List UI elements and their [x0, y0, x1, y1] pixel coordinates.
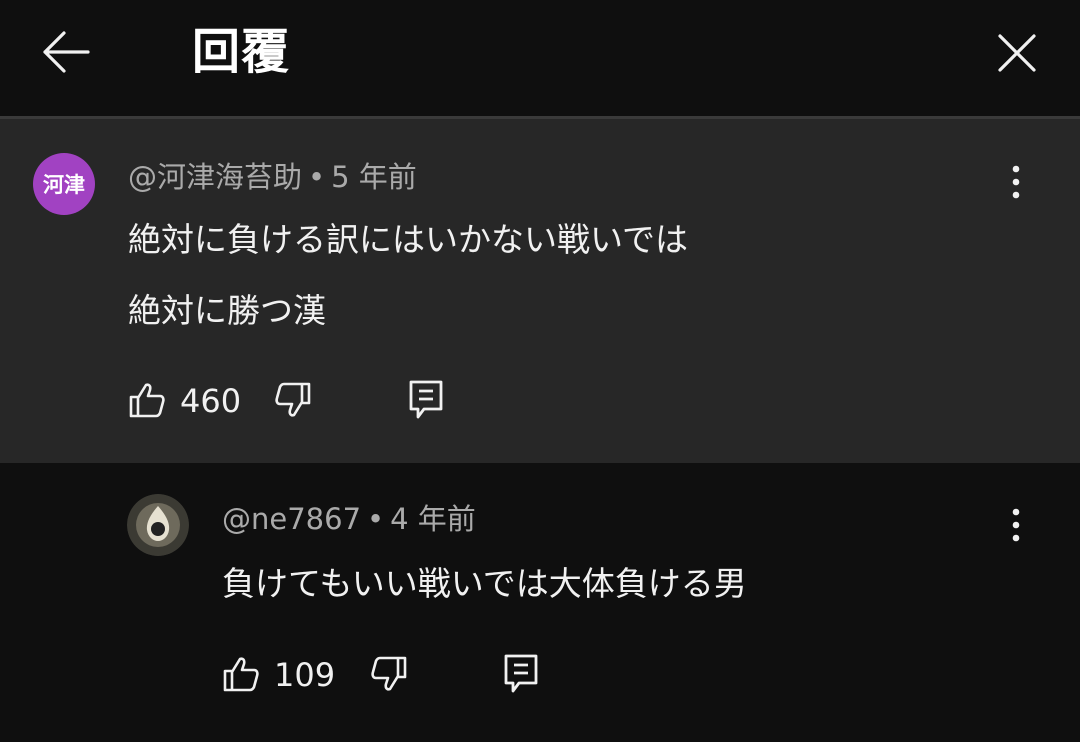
top-bar: 回覆 — [0, 0, 1080, 116]
avatar-text: 河津 — [43, 173, 85, 197]
back-button[interactable] — [36, 26, 94, 78]
thumb-up-icon — [129, 383, 165, 418]
comment-author[interactable]: @河津海苔助 — [128, 160, 302, 194]
like-count: 460 — [180, 382, 242, 420]
comment-icon — [504, 654, 538, 693]
more-vertical-icon — [1012, 508, 1020, 542]
like-button[interactable] — [128, 381, 166, 419]
reply-button[interactable] — [408, 379, 444, 421]
page-title: 回覆 — [192, 24, 291, 80]
comment-time: 5 年前 — [331, 160, 417, 194]
meta-separator: • — [367, 502, 385, 536]
reply-meta: @ne7867 • 4 年前 — [222, 501, 476, 537]
more-vertical-icon — [1012, 165, 1020, 199]
reply-dislike-button[interactable] — [370, 655, 408, 693]
dislike-button[interactable] — [274, 381, 312, 419]
close-icon — [998, 34, 1036, 72]
arrow-left-icon — [43, 31, 90, 73]
reply-author[interactable]: @ne7867 — [222, 502, 361, 536]
reply-more-options-button[interactable] — [1001, 503, 1031, 547]
thumb-up-icon — [223, 657, 259, 692]
comment-text-line-1: 絶対に負ける訳にはいかない戦いでは — [128, 220, 689, 259]
reply-like-count: 109 — [274, 656, 336, 694]
highlighted-comment: 河津 @河津海苔助 • 5 年前 絶対に負ける訳にはいかない戦いでは 絶対に勝つ漢 … — [0, 119, 1080, 463]
thumb-down-icon — [275, 382, 311, 417]
meta-separator: • — [308, 160, 326, 194]
reply-comment: @ne7867 • 4 年前 負けてもいい戦いでは大体負ける男 109 — [0, 463, 1080, 742]
reply-text: 負けてもいい戦いでは大体負ける男 — [222, 564, 747, 603]
comment-icon — [409, 380, 443, 419]
avatar-image-icon — [127, 494, 189, 556]
more-options-button[interactable] — [1001, 160, 1031, 204]
reply-avatar[interactable] — [127, 494, 189, 556]
avatar[interactable]: 河津 — [33, 153, 95, 215]
reply-like-button[interactable] — [222, 655, 260, 693]
close-button[interactable] — [990, 26, 1044, 80]
thumb-down-icon — [371, 656, 407, 691]
comment-meta: @河津海苔助 • 5 年前 — [128, 159, 417, 195]
comment-text-line-2: 絶対に勝つ漢 — [128, 291, 326, 330]
reply-to-reply-button[interactable] — [503, 653, 539, 695]
reply-time: 4 年前 — [390, 502, 476, 536]
